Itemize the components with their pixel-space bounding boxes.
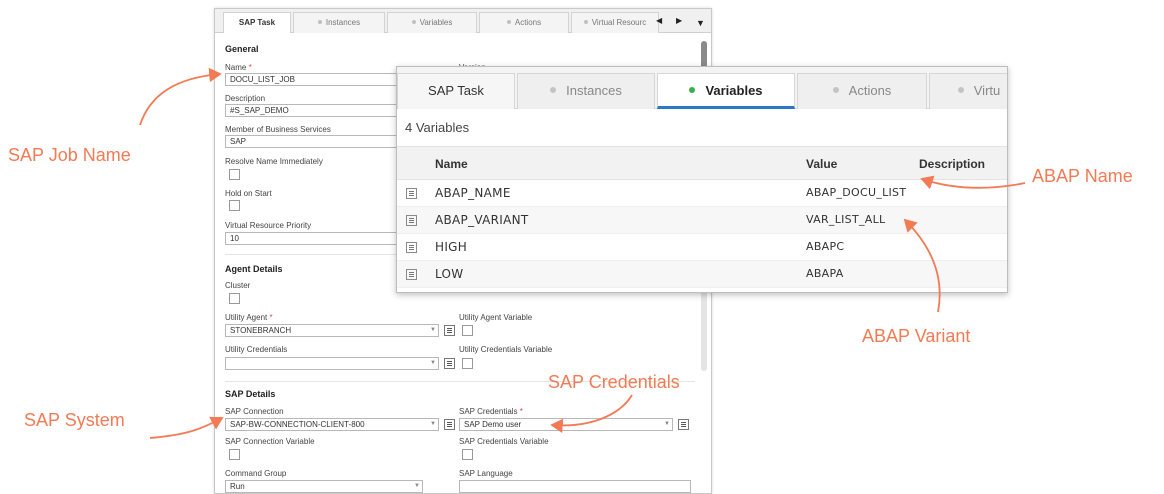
tab-status-dot [957,87,964,93]
variable-name: ABAP_VARIANT [435,213,529,227]
table-row[interactable]: LOW ABAPA [397,261,1007,288]
utility-credentials-lookup-icon[interactable] [444,358,455,369]
tab-status-dot [411,20,416,24]
tab-status-dot [832,87,839,93]
table-row[interactable]: HIGH ABAPC [397,234,1007,261]
variable-value: ABAPC [806,240,845,253]
callout-abap-name: ABAP Name [1032,166,1133,186]
utility-agent-select[interactable]: STONEBRANCH [225,324,439,337]
variables-table-header: Name Value Description [397,146,1007,180]
required-marker: * [248,63,252,72]
required-marker: * [269,313,273,322]
chevron-down-icon[interactable]: ▼ [414,483,420,489]
variable-name: HIGH [435,240,468,254]
cluster-label: Cluster [225,281,251,290]
variable-detail-icon[interactable] [406,269,417,280]
section-agent-details: Agent Details [225,264,283,274]
callout-sap-job-name: SAP Job Name [8,145,131,165]
variable-name: ABAP_NAME [435,186,511,200]
tab-scroll-left-icon[interactable]: ◀ [656,16,662,25]
callout-sap-system: SAP System [24,410,125,430]
callout-sap-credentials: SAP Credentials [548,372,680,392]
column-header-value[interactable]: Value [806,157,837,171]
tab-sap-task[interactable]: SAP Task [397,73,515,109]
hold-on-start-label: Hold on Start [225,189,272,198]
active-status-dot [689,87,696,93]
business-services-label: Member of Business Services [225,125,331,134]
variable-detail-icon[interactable] [406,215,417,226]
utility-agent-variable-checkbox[interactable] [462,325,473,336]
hold-on-start-checkbox[interactable] [229,200,240,211]
column-header-description[interactable]: Description [919,157,985,171]
sap-credentials-variable-label: SAP Credentials Variable [459,437,549,446]
tab-sap-task[interactable]: SAP Task [223,12,291,33]
tab-status-dot [317,20,322,24]
chevron-down-icon[interactable]: ▼ [430,327,436,333]
utility-agent-lookup-icon[interactable] [444,325,455,336]
utility-credentials-variable-checkbox[interactable] [462,358,473,369]
tab-variables[interactable]: Variables [387,12,477,33]
utility-credentials-select[interactable] [225,357,439,370]
variables-count: 4 Variables [405,120,470,135]
chevron-down-icon[interactable]: ▼ [430,421,436,427]
sap-credentials-label: SAP Credentials * [459,407,523,416]
sap-connection-lookup-icon[interactable] [444,419,455,430]
tab-status-dot [583,20,588,24]
variable-value: ABAPA [806,267,844,280]
variable-detail-icon[interactable] [406,242,417,253]
tab-instances[interactable]: Instances [517,73,655,109]
tab-actions[interactable]: Actions [797,73,927,109]
section-general: General [225,44,259,54]
tab-variables[interactable]: Variables [657,73,795,109]
utility-agent-label: Utility Agent * [225,313,273,322]
utility-agent-variable-label: Utility Agent Variable [459,313,533,322]
sap-connection-variable-checkbox[interactable] [229,449,240,460]
description-label: Description [225,94,266,103]
sap-credentials-lookup-icon[interactable] [678,419,689,430]
variables-window: SAP Task Instances Variables Actions Vir… [396,66,1008,293]
tab-status-dot [506,20,511,24]
resolve-name-checkbox[interactable] [229,169,240,180]
callout-abap-variant: ABAP Variant [862,326,971,346]
tab-actions[interactable]: Actions [479,12,569,33]
name-label: Name * [225,63,252,72]
sap-connection-variable-label: SAP Connection Variable [225,437,315,446]
tab-virtual-resources[interactable]: Virtual Resourc [571,12,659,33]
variable-name: LOW [435,267,464,281]
vr-priority-label: Virtual Resource Priority [225,221,312,230]
chevron-down-icon[interactable]: ▼ [664,421,670,427]
arrow-sap-system [149,416,224,439]
variable-value: VAR_LIST_ALL [806,213,886,226]
sap-credentials-variable-checkbox[interactable] [462,449,473,460]
resolve-name-label: Resolve Name Immediately [225,157,323,166]
utility-credentials-label: Utility Credentials [225,345,288,354]
command-group-label: Command Group [225,469,287,478]
command-group-select[interactable]: Run [225,480,423,493]
tab-menu-chevron-down-icon[interactable]: ▼ [696,18,705,28]
sap-language-input[interactable] [459,480,691,493]
cluster-checkbox[interactable] [229,293,240,304]
tab-status-dot [550,87,557,93]
sap-language-label: SAP Language [459,469,513,478]
tab-virtual-resources[interactable]: Virtu [929,73,1007,109]
variable-value: ABAP_DOCU_LIST [806,186,907,199]
utility-credentials-variable-label: Utility Credentials Variable [459,345,553,354]
chevron-down-icon[interactable]: ▼ [430,360,436,366]
sap-connection-select[interactable]: SAP-BW-CONNECTION-CLIENT-800 [225,418,439,431]
task-tab-bar: SAP Task Instances Variables Actions Vir… [215,9,711,33]
column-header-name[interactable]: Name [435,157,468,171]
sap-credentials-select[interactable]: SAP Demo user [459,418,673,431]
section-sap-details: SAP Details [225,389,276,399]
variables-tab-bar: SAP Task Instances Variables Actions Vir… [397,67,1007,109]
variable-detail-icon[interactable] [406,188,417,199]
tab-scroll-right-icon[interactable]: ▶ [676,16,682,25]
arrow-sap-job-name [139,67,222,126]
table-row[interactable]: ABAP_NAME ABAP_DOCU_LIST [397,180,1007,207]
sap-connection-label: SAP Connection [225,407,284,416]
table-row[interactable]: ABAP_VARIANT VAR_LIST_ALL [397,207,1007,234]
required-marker: * [519,407,523,416]
tab-instances[interactable]: Instances [293,12,385,33]
